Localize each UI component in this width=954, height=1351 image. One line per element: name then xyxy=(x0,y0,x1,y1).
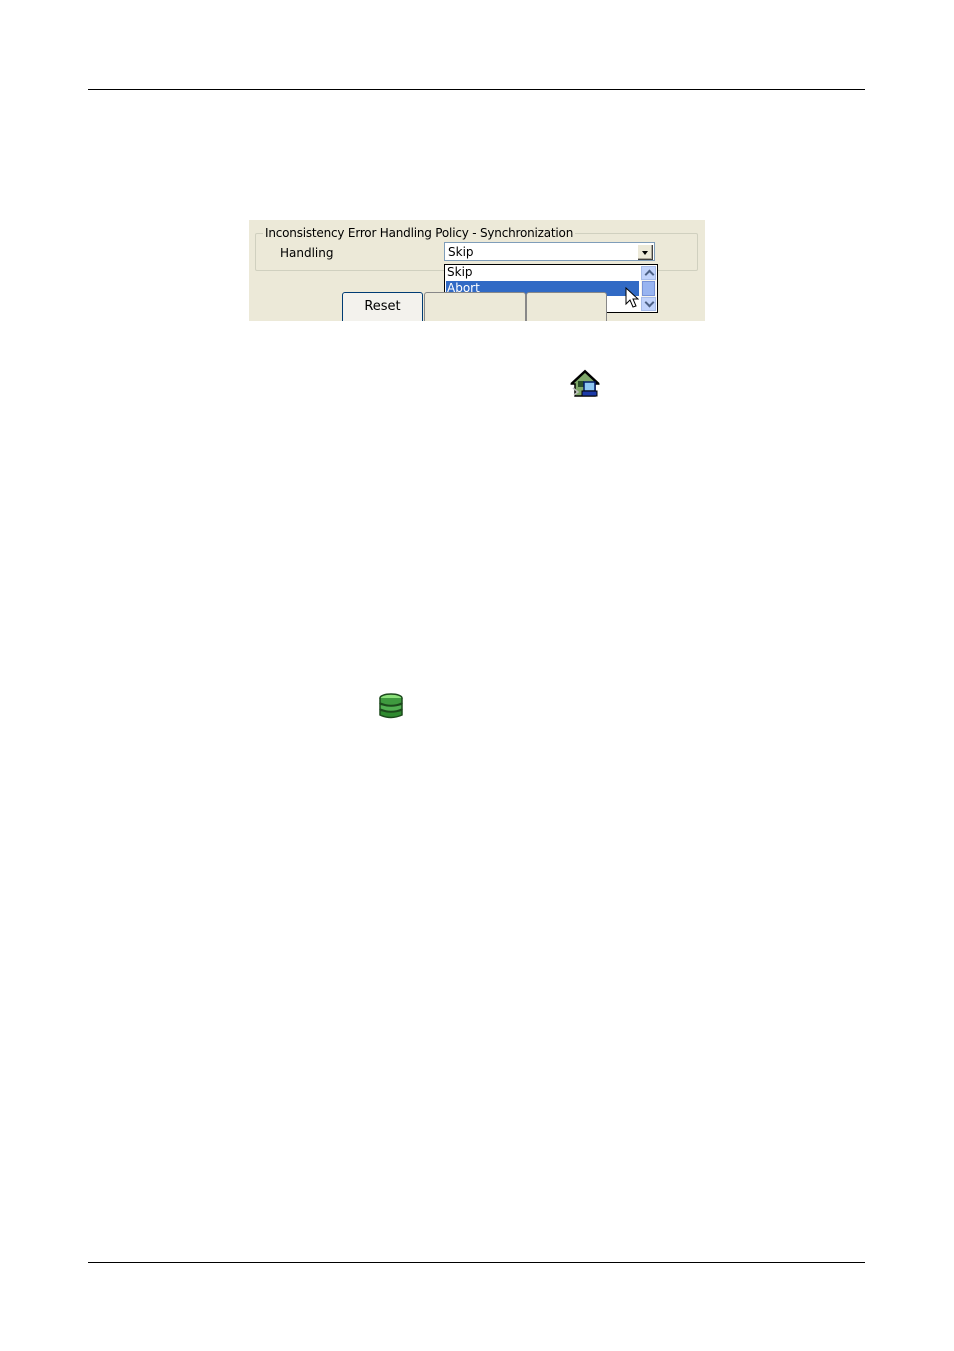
dialog-button-hidden-2[interactable] xyxy=(526,292,607,321)
dropdown-option-skip[interactable]: Skip xyxy=(446,265,639,280)
database-icon xyxy=(379,693,403,719)
chevron-down-icon xyxy=(642,251,648,255)
groupbox-title: Inconsistency Error Handling Policy - Sy… xyxy=(263,226,576,240)
reset-button[interactable]: Reset xyxy=(342,292,423,321)
handling-select[interactable]: Skip xyxy=(444,242,655,261)
policy-dialog-screenshot: Inconsistency Error Handling Policy - Sy… xyxy=(249,220,705,321)
handling-select-value: Skip xyxy=(448,245,474,259)
dialog-button-hidden-1[interactable] xyxy=(424,292,526,321)
scroll-up-button[interactable] xyxy=(641,266,656,280)
mouse-cursor-icon xyxy=(625,287,639,308)
scroll-thumb[interactable] xyxy=(642,281,655,296)
dropdown-scrollbar[interactable] xyxy=(641,266,656,311)
dropdown-toggle-button[interactable] xyxy=(637,244,653,260)
computer-house-icon xyxy=(570,369,600,397)
header-rule xyxy=(88,89,865,90)
chevron-up-icon xyxy=(644,269,655,280)
chevron-down-icon xyxy=(644,297,655,308)
handling-label: Handling xyxy=(280,246,334,260)
scroll-down-button[interactable] xyxy=(641,297,656,311)
footer-rule xyxy=(88,1262,865,1263)
